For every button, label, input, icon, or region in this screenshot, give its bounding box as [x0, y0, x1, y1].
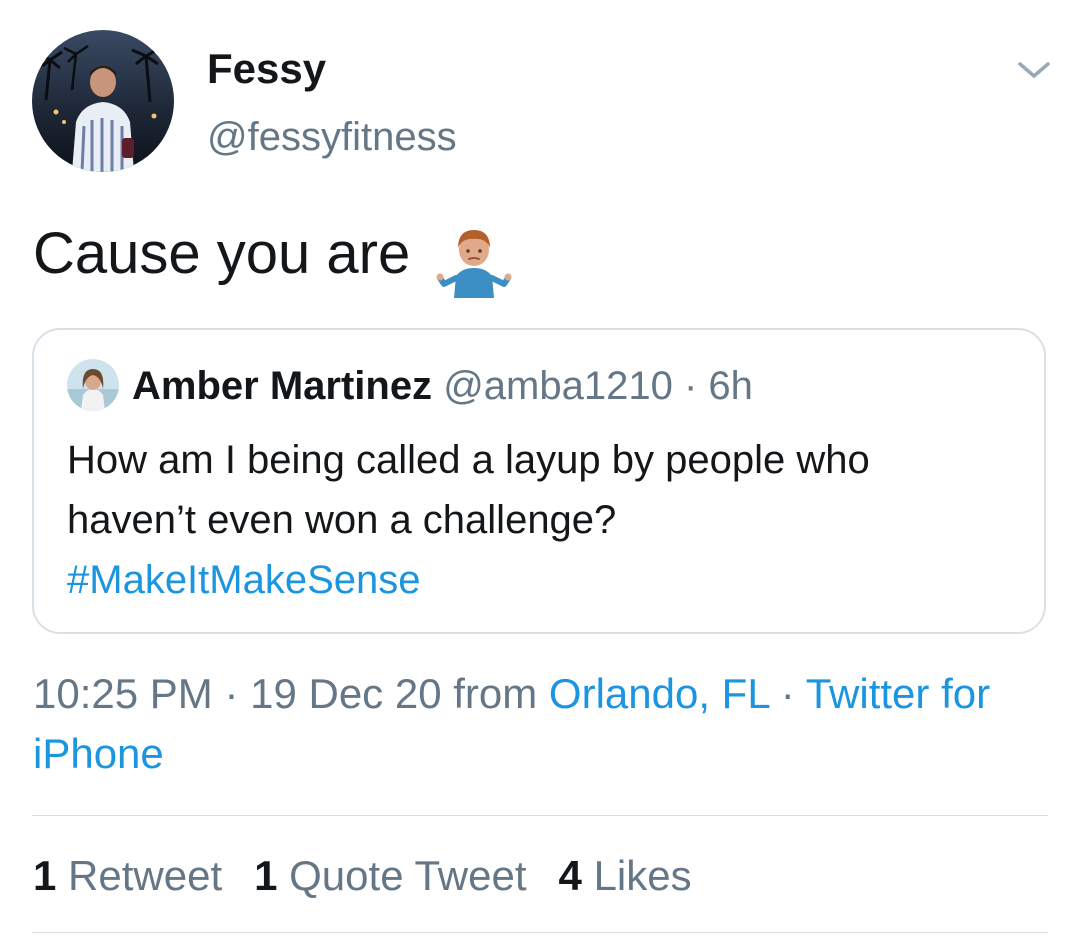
likes-label: Likes — [593, 852, 692, 899]
quoted-author-avatar[interactable] — [67, 359, 119, 411]
hashtag-link[interactable]: #MakeItMakeSense — [67, 550, 1027, 610]
author-avatar[interactable] — [32, 30, 174, 172]
quoted-text-line: haven’t even won a challenge? — [67, 498, 617, 542]
quote-tweets-stat[interactable]: 1 Quote Tweet — [254, 848, 526, 904]
quoted-timestamp: 6h — [708, 364, 753, 408]
likes-stat[interactable]: 4 Likes — [559, 848, 692, 904]
quote-tweets-label: Quote Tweet — [289, 852, 527, 899]
quoted-tweet-card[interactable]: Amber Martinez @amba1210 · 6h How am I b… — [32, 328, 1046, 634]
quoted-text-line: How am I being called a layup by people … — [67, 438, 870, 482]
quoted-tweet-header: Amber Martinez @amba1210 · 6h — [132, 362, 753, 410]
chevron-down-icon[interactable] — [1016, 54, 1052, 84]
quoted-author-handle[interactable]: @amba1210 — [443, 364, 673, 408]
retweets-label: Retweet — [68, 852, 223, 899]
tweet-time: 10:25 PM — [33, 670, 213, 717]
tweet-text: Cause you are — [33, 218, 512, 298]
person-shrugging-emoji — [436, 222, 512, 298]
divider — [32, 815, 1048, 816]
author-display-name[interactable]: Fessy — [207, 44, 326, 94]
tweet-text-content: Cause you are — [33, 221, 411, 286]
quoted-tweet-text: How am I being called a layup by people … — [67, 430, 1027, 610]
tweet-date: 19 Dec 20 — [250, 670, 442, 717]
tweet-metadata: 10:25 PM · 19 Dec 20 from Orlando, FL · … — [33, 664, 1043, 784]
likes-count: 4 — [558, 852, 582, 899]
avatar-photo — [32, 30, 174, 172]
author-handle[interactable]: @fessyfitness — [207, 112, 457, 162]
retweets-stat[interactable]: 1 Retweet — [33, 848, 222, 904]
divider — [32, 932, 1048, 933]
quoted-avatar-photo — [67, 359, 119, 411]
quoted-separator: · — [683, 364, 698, 408]
retweets-count: 1 — [33, 852, 57, 899]
quote-tweets-count: 1 — [254, 852, 278, 899]
quoted-author-name[interactable]: Amber Martinez — [132, 364, 432, 408]
meta-separator: · — [769, 670, 806, 717]
meta-from-label: from — [441, 670, 549, 717]
meta-separator: · — [212, 670, 251, 717]
engagement-stats: 1 Retweet 1 Quote Tweet 4 Likes — [33, 848, 724, 904]
location-link[interactable]: Orlando, FL — [549, 670, 769, 717]
